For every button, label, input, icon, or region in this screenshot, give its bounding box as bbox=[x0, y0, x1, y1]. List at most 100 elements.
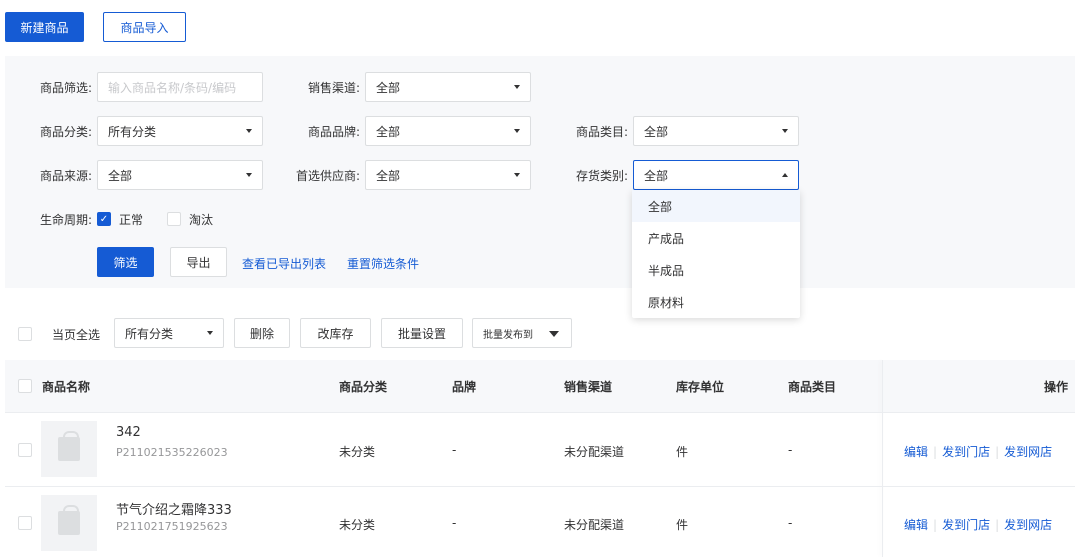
batch-settings-button[interactable]: 批量设置 bbox=[381, 318, 463, 348]
stock-type-label: 存货类别: bbox=[575, 169, 628, 183]
separator: | bbox=[995, 445, 1000, 459]
shopping-bag-icon bbox=[58, 505, 80, 535]
publish-web-link[interactable]: 发到网店 bbox=[1004, 518, 1052, 532]
publish-store-link[interactable]: 发到门店 bbox=[942, 445, 990, 459]
filter-button[interactable]: 筛选 bbox=[97, 247, 154, 277]
chevron-down-icon bbox=[207, 331, 213, 335]
row-checkbox[interactable] bbox=[18, 516, 32, 530]
header-brand: 品牌 bbox=[452, 380, 477, 394]
product-name[interactable]: 节气介绍之霜降333 bbox=[116, 499, 232, 518]
lifecycle-normal-label: 正常 bbox=[119, 213, 144, 227]
product-category-select[interactable]: 所有分类 bbox=[97, 116, 263, 146]
publish-web-link[interactable]: 发到网店 bbox=[1004, 445, 1052, 459]
product-catalog: - bbox=[788, 516, 793, 530]
sales-channel-select[interactable]: 全部 bbox=[365, 72, 531, 102]
product-brand: - bbox=[452, 443, 457, 457]
chevron-down-icon bbox=[246, 173, 252, 177]
header-channel: 销售渠道 bbox=[564, 380, 613, 394]
chevron-up-icon bbox=[782, 173, 788, 177]
lifecycle-label: 生命周期: bbox=[39, 213, 92, 227]
export-button[interactable]: 导出 bbox=[170, 247, 227, 277]
new-product-button[interactable]: 新建商品 bbox=[5, 12, 84, 42]
row-checkbox[interactable] bbox=[18, 443, 32, 457]
stock-type-value: 全部 bbox=[644, 168, 669, 183]
sales-channel-value: 全部 bbox=[376, 80, 401, 95]
header-checkbox[interactable] bbox=[18, 379, 32, 393]
source-select[interactable]: 全部 bbox=[97, 160, 263, 190]
product-thumbnail bbox=[41, 421, 97, 477]
product-thumbnail bbox=[41, 495, 97, 551]
catalog-value: 全部 bbox=[644, 124, 669, 139]
dropdown-option-raw-material[interactable]: 原材料 bbox=[632, 286, 800, 318]
row-divider bbox=[5, 486, 1075, 487]
dropdown-option-all[interactable]: 全部 bbox=[632, 190, 800, 222]
header-category: 商品分类 bbox=[339, 380, 388, 394]
header-actions: 操作 bbox=[1044, 380, 1069, 394]
product-brand: - bbox=[452, 516, 457, 530]
product-code: P211021535226023 bbox=[116, 446, 228, 459]
lifecycle-obsolete-label: 淘汰 bbox=[189, 213, 214, 227]
row-actions: 编辑 | 发到门店 | 发到网店 bbox=[904, 516, 1052, 533]
check-icon: ✓ bbox=[99, 213, 109, 225]
batch-publish-button[interactable]: 批量发布到 bbox=[472, 318, 572, 348]
product-search-input[interactable]: 输入商品名称/条码/编码 bbox=[97, 72, 263, 102]
delete-button[interactable]: 删除 bbox=[234, 318, 290, 348]
select-all-checkbox[interactable] bbox=[18, 327, 32, 341]
brand-label: 商品品牌: bbox=[307, 125, 360, 139]
batch-publish-label: 批量发布到 bbox=[483, 329, 533, 341]
supplier-value: 全部 bbox=[376, 168, 401, 183]
edit-link[interactable]: 编辑 bbox=[904, 518, 928, 532]
catalog-label: 商品类目: bbox=[575, 125, 628, 139]
source-value: 全部 bbox=[108, 168, 133, 183]
header-catalog: 商品类目 bbox=[788, 380, 837, 394]
bulk-category-value: 所有分类 bbox=[125, 326, 174, 341]
header-unit: 库存单位 bbox=[676, 380, 725, 394]
edit-link[interactable]: 编辑 bbox=[904, 445, 928, 459]
chevron-down-icon bbox=[246, 129, 252, 133]
source-label: 商品来源: bbox=[39, 169, 92, 183]
supplier-select[interactable]: 全部 bbox=[365, 160, 531, 190]
product-unit: 件 bbox=[676, 518, 689, 532]
product-catalog: - bbox=[788, 443, 793, 457]
table-header bbox=[5, 360, 1075, 412]
fixed-column-divider bbox=[882, 360, 883, 557]
stock-type-dropdown: 全部 产成品 半成品 原材料 bbox=[632, 190, 800, 318]
brand-select[interactable]: 全部 bbox=[365, 116, 531, 146]
header-name: 商品名称 bbox=[42, 380, 91, 394]
chevron-down-icon bbox=[514, 85, 520, 89]
chevron-down-icon bbox=[782, 129, 788, 133]
separator: | bbox=[995, 518, 1000, 532]
separator: | bbox=[933, 445, 938, 459]
dropdown-option-semi-finished[interactable]: 半成品 bbox=[632, 254, 800, 286]
catalog-select[interactable]: 全部 bbox=[633, 116, 799, 146]
product-channel: 未分配渠道 bbox=[564, 518, 625, 532]
supplier-label: 首选供应商: bbox=[295, 169, 360, 183]
triangle-down-icon bbox=[549, 331, 559, 337]
stock-type-select[interactable]: 全部 bbox=[633, 160, 799, 190]
sales-channel-label: 销售渠道: bbox=[307, 81, 360, 95]
import-product-button[interactable]: 商品导入 bbox=[103, 12, 186, 42]
product-unit: 件 bbox=[676, 445, 689, 459]
edit-stock-button[interactable]: 改库存 bbox=[300, 318, 371, 348]
reset-filters-link[interactable]: 重置筛选条件 bbox=[347, 255, 419, 272]
row-actions: 编辑 | 发到门店 | 发到网店 bbox=[904, 443, 1052, 460]
product-category: 未分类 bbox=[339, 445, 376, 459]
lifecycle-normal-checkbox[interactable]: ✓ bbox=[97, 212, 111, 226]
publish-store-link[interactable]: 发到门店 bbox=[942, 518, 990, 532]
view-exports-link[interactable]: 查看已导出列表 bbox=[242, 255, 326, 272]
bulk-category-select[interactable]: 所有分类 bbox=[114, 318, 224, 348]
select-all-label: 当页全选 bbox=[52, 328, 101, 342]
product-category-label: 商品分类: bbox=[39, 125, 92, 139]
row-divider bbox=[5, 412, 1075, 413]
lifecycle-obsolete-checkbox[interactable] bbox=[167, 212, 181, 226]
chevron-down-icon bbox=[514, 129, 520, 133]
product-category-value: 所有分类 bbox=[108, 124, 157, 139]
dropdown-option-finished[interactable]: 产成品 bbox=[632, 222, 800, 254]
shopping-bag-icon bbox=[58, 431, 80, 461]
product-filter-label: 商品筛选: bbox=[39, 81, 92, 95]
product-name[interactable]: 342 bbox=[116, 425, 141, 440]
chevron-down-icon bbox=[514, 173, 520, 177]
product-channel: 未分配渠道 bbox=[564, 445, 625, 459]
product-category: 未分类 bbox=[339, 518, 376, 532]
product-code: P211021751925623 bbox=[116, 520, 228, 533]
